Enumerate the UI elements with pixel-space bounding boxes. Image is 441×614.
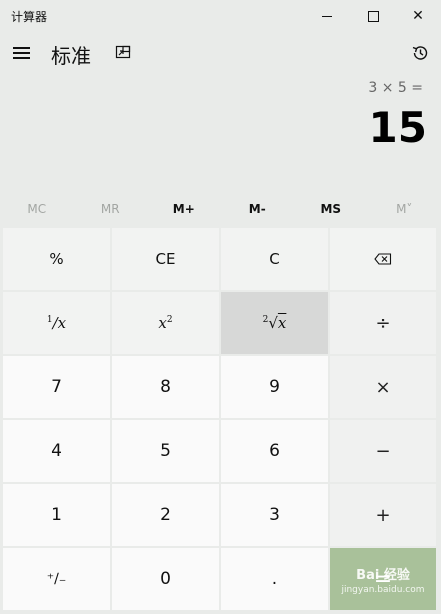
result-display: 15	[368, 103, 427, 152]
baidu-watermark: Bai 经验 jingyan.baidu.com	[330, 548, 436, 610]
expression-display: 3 × 5 =	[368, 80, 423, 96]
watermark-text: Bai 经验	[356, 567, 410, 583]
add-label: +	[375, 504, 391, 526]
digit-4-button[interactable]: 4	[3, 420, 110, 482]
decimal-button[interactable]: .	[221, 548, 328, 610]
memory-subtract-button[interactable]: M-	[221, 196, 295, 222]
digit-5-button[interactable]: 5	[112, 420, 219, 482]
title-bar: 计算器 ✕	[0, 0, 441, 32]
keypad: % CE C 1/x x2 2√x ÷ 7 8 9 × 4 5 6 − 1 2 …	[3, 228, 439, 611]
subtract-label: −	[375, 440, 391, 462]
percent-button[interactable]: %	[3, 228, 110, 290]
percent-label: %	[49, 250, 64, 268]
digit-8-label: 8	[160, 377, 171, 397]
digit-6-button[interactable]: 6	[221, 420, 328, 482]
digit-3-button[interactable]: 3	[221, 484, 328, 546]
memory-store-button[interactable]: MS	[294, 196, 368, 222]
digit-5-label: 5	[160, 441, 171, 461]
digit-0-button[interactable]: 0	[112, 548, 219, 610]
negate-label: ⁺∕₋	[46, 571, 67, 587]
digit-7-button[interactable]: 7	[3, 356, 110, 418]
equals-button[interactable]: = Bai 经验 jingyan.baidu.com	[330, 548, 436, 610]
memory-clear-button[interactable]: MC	[0, 196, 74, 222]
reciprocal-button[interactable]: 1/x	[3, 292, 110, 354]
clear-entry-button[interactable]: CE	[112, 228, 219, 290]
multiply-button[interactable]: ×	[330, 356, 436, 418]
minimize-button[interactable]	[304, 0, 350, 32]
divide-button[interactable]: ÷	[330, 292, 436, 354]
decimal-label: .	[271, 569, 278, 589]
clear-button[interactable]: C	[221, 228, 328, 290]
digit-9-label: 9	[269, 377, 280, 397]
history-icon[interactable]	[410, 43, 430, 63]
close-icon: ✕	[412, 8, 424, 24]
backspace-icon	[374, 253, 392, 265]
digit-0-label: 0	[160, 569, 171, 589]
keep-on-top-icon[interactable]	[115, 44, 131, 60]
digit-1-button[interactable]: 1	[3, 484, 110, 546]
multiply-label: ×	[375, 376, 391, 398]
digit-1-label: 1	[51, 505, 62, 525]
digit-4-label: 4	[51, 441, 62, 461]
add-button[interactable]: +	[330, 484, 436, 546]
minimize-icon	[322, 15, 332, 17]
square-label: x2	[158, 314, 173, 332]
memory-row: MC MR M+ M- MS M˅	[0, 196, 441, 222]
square-root-label: 2√x	[262, 314, 287, 332]
digit-2-label: 2	[160, 505, 171, 525]
square-root-button[interactable]: 2√x	[221, 292, 328, 354]
maximize-button[interactable]	[350, 0, 396, 32]
hamburger-menu-icon[interactable]	[8, 42, 34, 64]
negate-button[interactable]: ⁺∕₋	[3, 548, 110, 610]
square-button[interactable]: x2	[112, 292, 219, 354]
digit-6-label: 6	[269, 441, 280, 461]
digit-8-button[interactable]: 8	[112, 356, 219, 418]
clear-entry-label: CE	[155, 250, 176, 268]
digit-7-label: 7	[51, 377, 62, 397]
clear-label: C	[269, 250, 280, 268]
reciprocal-label: 1/x	[46, 314, 67, 332]
watermark-url: jingyan.baidu.com	[341, 584, 425, 595]
digit-9-button[interactable]: 9	[221, 356, 328, 418]
digit-2-button[interactable]: 2	[112, 484, 219, 546]
subtract-button[interactable]: −	[330, 420, 436, 482]
close-button[interactable]: ✕	[395, 0, 441, 32]
memory-add-button[interactable]: M+	[147, 196, 221, 222]
memory-list-button[interactable]: M˅	[368, 196, 441, 222]
memory-recall-button[interactable]: MR	[74, 196, 148, 222]
mode-title: 标准	[51, 44, 91, 68]
app-header: 标准	[0, 34, 441, 74]
maximize-icon	[367, 10, 379, 22]
digit-3-label: 3	[269, 505, 280, 525]
app-title: 计算器	[11, 10, 48, 24]
backspace-button[interactable]	[330, 228, 436, 290]
divide-label: ÷	[375, 312, 391, 334]
